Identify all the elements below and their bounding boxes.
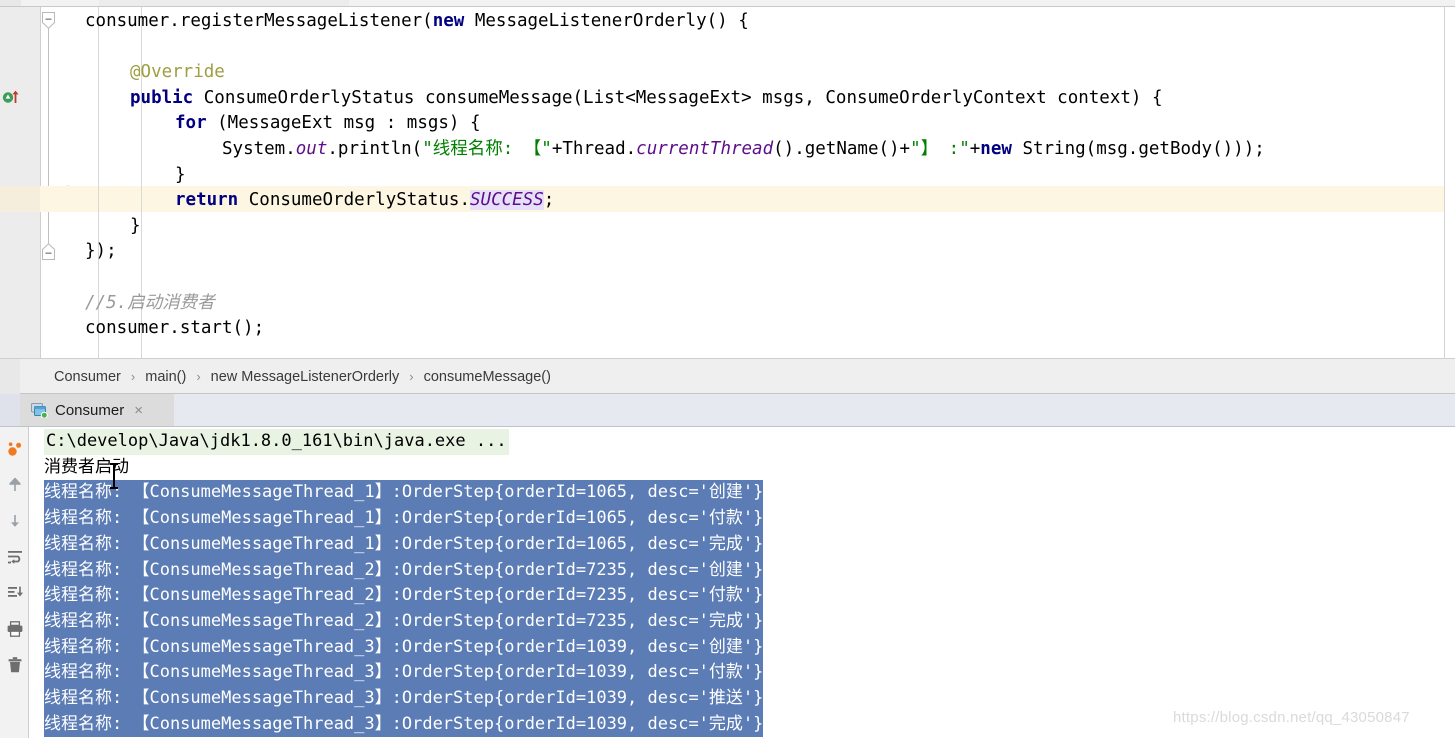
code-line-text: } [130, 215, 141, 236]
current-line-gutter-highlight [0, 186, 40, 212]
code-line-text: }); [85, 241, 117, 262]
console-line-text: C:\develop\Java\jdk1.8.0_161\bin\java.ex… [44, 429, 509, 455]
down-arrow-icon[interactable] [3, 509, 27, 533]
console-line: 线程名称: 【ConsumeMessageThread_3】:OrderStep… [44, 686, 764, 712]
console-line: 线程名称: 【ConsumeMessageThread_2】:OrderStep… [44, 583, 764, 609]
scroll-to-end-icon[interactable] [3, 581, 27, 605]
breadcrumb-item[interactable]: Consumer [52, 369, 123, 385]
console-line: 线程名称: 【ConsumeMessageThread_2】:OrderStep… [44, 608, 764, 635]
fold-region-line [48, 27, 49, 251]
code-line: System.out.println("线程名称: 【"+Thread.curr… [58, 137, 1455, 163]
run-configuration-icon [30, 402, 48, 419]
console-line: 线程名称: 【ConsumeMessageThread_3】:OrderStep… [44, 711, 764, 738]
code-line-text: for (MessageExt msg : msgs) { [175, 113, 481, 134]
console-line: 线程名称: 【ConsumeMessageThread_1】:OrderStep… [44, 531, 764, 558]
breadcrumb[interactable]: Consumer › main() › new MessageListenerOrder… [52, 359, 553, 394]
code-line-text: @Override [130, 62, 225, 83]
console-line: 线程名称: 【ConsumeMessageThread_3】:OrderStep… [44, 634, 764, 661]
run-tool-window-tabbar: Consumer × [0, 394, 1455, 427]
code-line: consumer.registerMessageListener(new Mes… [58, 9, 1455, 35]
console-line-text: 线程名称: 【ConsumeMessageThread_1】:OrderStep… [44, 480, 764, 507]
code-line: consumer.start(); [58, 316, 1455, 342]
code-line: for (MessageExt msg : msgs) { [58, 111, 1455, 137]
code-line: } [58, 214, 1455, 240]
console-scrollbar[interactable] [1443, 427, 1455, 738]
code-line-text: //5.启动消费者 [85, 292, 215, 313]
breadcrumb-separator: › [130, 369, 136, 384]
console-line-text: 线程名称: 【ConsumeMessageThread_3】:OrderStep… [44, 660, 764, 686]
breadcrumb-separator: › [196, 369, 201, 384]
code-editor[interactable]: consumer.registerMessageListener(new Mes… [0, 7, 1455, 358]
run-tab-label: Consumer [55, 401, 125, 419]
run-tab-consumer[interactable]: Consumer × [20, 394, 174, 426]
console-line: 线程名称: 【ConsumeMessageThread_1】:OrderStep… [44, 480, 764, 507]
breadcrumb-gutter-stub [0, 359, 20, 394]
trash-icon[interactable] [3, 653, 27, 677]
top-edge-tab-segment [99, 0, 349, 6]
code-line: @Override [58, 60, 1455, 86]
code-line-text: consumer.registerMessageListener(new Mes… [85, 11, 749, 31]
breadcrumb-item[interactable]: new MessageListenerOrderly [209, 369, 402, 385]
fold-collapse-icon-top[interactable] [42, 12, 55, 29]
code-line: //5.启动消费者 [58, 291, 1455, 317]
console-output[interactable]: C:\develop\Java\jdk1.8.0_161\bin\java.ex… [30, 427, 1455, 738]
console-line-text: 消费者启动 [44, 456, 129, 477]
top-edge-left-segment [0, 0, 21, 6]
console-line-text: 线程名称: 【ConsumeMessageThread_1】:OrderStep… [44, 531, 764, 558]
watermark: https://blog.csdn.net/qq_43050847 [1173, 709, 1410, 726]
code-line-text: } [175, 164, 186, 185]
code-line: return ConsumeOrderlyStatus.SUCCESS; [58, 188, 1455, 214]
code-line: public ConsumeOrderlyStatus consumeMessa… [58, 86, 1455, 112]
rerun-icon[interactable] [3, 437, 27, 461]
console-line: C:\develop\Java\jdk1.8.0_161\bin\java.ex… [44, 429, 509, 455]
code-line-text: return ConsumeOrderlyStatus.SUCCESS; [175, 190, 555, 211]
code-line: } [58, 163, 1455, 189]
console-line-text: 线程名称: 【ConsumeMessageThread_1】:OrderStep… [44, 506, 764, 532]
editor-scrollbar[interactable] [1444, 7, 1455, 358]
ide-window: consumer.registerMessageListener(new Mes… [0, 0, 1455, 738]
editor-gutter[interactable] [0, 7, 40, 358]
console-toolbar [0, 427, 29, 738]
tabbar-left-stub [0, 394, 20, 426]
print-icon[interactable] [3, 617, 27, 641]
fold-collapse-icon-bottom[interactable] [42, 243, 55, 260]
up-arrow-icon[interactable] [3, 473, 27, 497]
console-panel: C:\develop\Java\jdk1.8.0_161\bin\java.ex… [0, 427, 1455, 738]
overriding-method-marker-icon[interactable] [2, 89, 22, 105]
console-line: 线程名称: 【ConsumeMessageThread_2】:OrderStep… [44, 557, 764, 584]
breadcrumb-item[interactable]: consumeMessage() [422, 369, 553, 385]
soft-wrap-icon[interactable] [3, 545, 27, 569]
console-line: 线程名称: 【ConsumeMessageThread_3】:OrderStep… [44, 660, 764, 686]
fold-rail[interactable] [40, 7, 58, 358]
editor-top-edge [0, 0, 1455, 7]
console-line-text: 线程名称: 【ConsumeMessageThread_2】:OrderStep… [44, 608, 764, 635]
breadcrumb-separator: › [409, 369, 414, 384]
console-line: 消费者启动 [44, 455, 129, 481]
code-line-text: consumer.start(); [85, 318, 265, 339]
breadcrumb-item[interactable]: main() [143, 369, 188, 385]
breadcrumb-bar: Consumer › main() › new MessageListenerOrder… [0, 358, 1455, 394]
console-line-text: 线程名称: 【ConsumeMessageThread_2】:OrderStep… [44, 583, 764, 609]
close-icon[interactable]: × [134, 402, 143, 419]
console-line-text: 线程名称: 【ConsumeMessageThread_3】:OrderStep… [44, 634, 764, 661]
console-line-text: 线程名称: 【ConsumeMessageThread_3】:OrderStep… [44, 711, 764, 738]
code-text-area[interactable]: consumer.registerMessageListener(new Mes… [58, 7, 1443, 358]
console-line: 线程名称: 【ConsumeMessageThread_1】:OrderStep… [44, 506, 764, 532]
console-line-text: 线程名称: 【ConsumeMessageThread_3】:OrderStep… [44, 686, 764, 712]
code-line: }); [58, 239, 1455, 265]
code-line-text: System.out.println("线程名称: 【"+Thread.curr… [222, 139, 1265, 159]
console-line-text: 线程名称: 【ConsumeMessageThread_2】:OrderStep… [44, 557, 764, 584]
code-line-text: public ConsumeOrderlyStatus consumeMessa… [130, 87, 1163, 108]
